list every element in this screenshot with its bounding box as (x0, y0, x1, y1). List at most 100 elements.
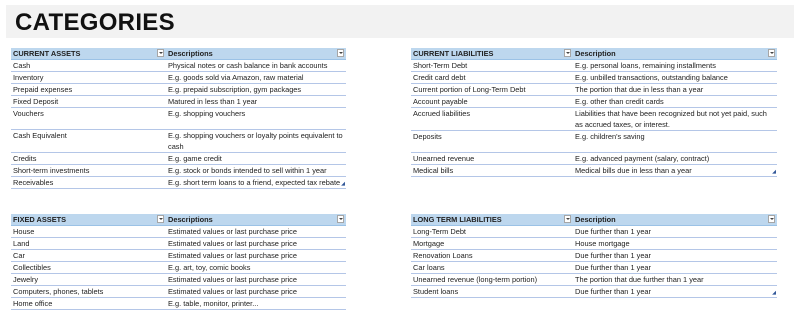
description-cell[interactable]: Due further than 1 year (573, 261, 777, 274)
description-cell[interactable]: The portion that due further than 1 year (573, 273, 777, 286)
current-assets-table: CURRENT ASSETS Descriptions Cash Physical… (11, 48, 346, 189)
description-cell[interactable]: Physical notes or cash balance in bank a… (166, 59, 346, 72)
description-cell[interactable]: Liabilities that have been recognized bu… (573, 107, 777, 131)
table-header-row: LONG TERM LIABILITIES Description (411, 214, 777, 226)
column-header-long-term-liabilities[interactable]: LONG TERM LIABILITIES (411, 214, 573, 226)
category-cell[interactable]: Land (11, 237, 166, 250)
category-cell[interactable]: Jewelry (11, 273, 166, 286)
category-cell[interactable]: Cash (11, 59, 166, 72)
category-cell[interactable]: Current portion of Long-Term Debt (411, 83, 573, 96)
category-cell[interactable]: Short-Term Debt (411, 59, 573, 72)
page-title: CATEGORIES (15, 9, 175, 36)
description-cell[interactable]: E.g. game credit (166, 152, 346, 165)
description-cell[interactable]: E.g. table, monitor, printer... (166, 297, 346, 310)
header-label: CURRENT LIABILITIES (413, 49, 494, 58)
category-cell[interactable]: Account payable (411, 95, 573, 108)
category-cell[interactable]: Unearned revenue (long-term portion) (411, 273, 573, 286)
table-row: Cash Equivalent E.g. shopping vouchers or… (11, 129, 346, 153)
category-cell[interactable]: Short-term investments (11, 164, 166, 177)
filter-dropdown-icon[interactable] (157, 215, 164, 223)
fixed-assets-table: FIXED ASSETS Descriptions House Estimated… (11, 214, 346, 310)
table-row: Student loans Due further than 1 year ◢ (411, 285, 777, 298)
category-cell[interactable]: Medical bills (411, 164, 573, 177)
table-row: Short-term investments E.g. stock or bond… (11, 164, 346, 177)
category-cell[interactable]: Collectibles (11, 261, 166, 274)
description-cell[interactable]: Due further than 1 year (573, 249, 777, 262)
table-resize-handle-icon[interactable]: ◢ (341, 182, 345, 187)
category-cell[interactable]: Receivables (11, 176, 166, 189)
category-cell[interactable]: Accrued liabilities (411, 107, 573, 131)
category-cell[interactable]: Inventory (11, 71, 166, 84)
column-header-descriptions[interactable]: Descriptions (166, 214, 346, 226)
category-cell[interactable]: Mortgage (411, 237, 573, 250)
description-cell[interactable]: E.g. goods sold via Amazon, raw material (166, 71, 346, 84)
filter-dropdown-icon[interactable] (768, 215, 775, 223)
category-cell[interactable]: Home office (11, 297, 166, 310)
category-cell[interactable]: Prepaid expenses (11, 83, 166, 96)
filter-dropdown-icon[interactable] (157, 49, 164, 57)
table-row: Short-Term Debt E.g. personal loans, rema… (411, 59, 777, 72)
table-row: Credits E.g. game credit (11, 152, 346, 165)
table-resize-handle-icon[interactable]: ◢ (772, 170, 776, 175)
filter-dropdown-icon[interactable] (768, 49, 775, 57)
title-banner: CATEGORIES (6, 5, 794, 38)
table-row: Inventory E.g. goods sold via Amazon, raw… (11, 71, 346, 84)
category-cell[interactable]: Credit card debt (411, 71, 573, 84)
filter-dropdown-icon[interactable] (337, 215, 344, 223)
description-cell[interactable]: E.g. children's saving (573, 130, 777, 153)
category-cell[interactable]: House (11, 225, 166, 238)
column-header-current-liabilities[interactable]: CURRENT LIABILITIES (411, 48, 573, 60)
column-header-current-assets[interactable]: CURRENT ASSETS (11, 48, 166, 60)
description-cell[interactable]: E.g. short term loans to a friend, expec… (166, 176, 346, 189)
description-cell[interactable]: E.g. advanced payment (salary, contract) (573, 152, 777, 165)
description-cell[interactable]: Due further than 1 year ◢ (573, 285, 777, 298)
description-cell[interactable]: Matured in less than 1 year (166, 95, 346, 108)
column-header-description[interactable]: Description (573, 214, 777, 226)
column-header-description[interactable]: Description (573, 48, 777, 60)
filter-dropdown-icon[interactable] (564, 215, 571, 223)
header-label: Descriptions (168, 215, 213, 224)
table-row: House Estimated values or last purchase p… (11, 225, 346, 238)
description-cell[interactable]: E.g. shopping vouchers or loyalty points… (166, 129, 346, 153)
table-header-row: FIXED ASSETS Descriptions (11, 214, 346, 226)
category-cell[interactable]: Renovation Loans (411, 249, 573, 262)
category-cell[interactable]: Credits (11, 152, 166, 165)
table-header-row: CURRENT LIABILITIES Description (411, 48, 777, 60)
description-cell[interactable]: E.g. stock or bonds intended to sell wit… (166, 164, 346, 177)
category-cell[interactable]: Computers, phones, tablets (11, 285, 166, 298)
category-cell[interactable]: Unearned revenue (411, 152, 573, 165)
header-label: Description (575, 49, 616, 58)
category-cell[interactable]: Cash Equivalent (11, 129, 166, 153)
description-cell[interactable]: House mortgage (573, 237, 777, 250)
description-cell[interactable]: E.g. prepaid subscription, gym packages (166, 83, 346, 96)
description-cell[interactable]: E.g. art, toy, comic books (166, 261, 346, 274)
category-cell[interactable]: Vouchers (11, 107, 166, 130)
table-row: Credit card debt E.g. unbilled transactio… (411, 71, 777, 84)
description-cell[interactable]: E.g. other than credit cards (573, 95, 777, 108)
category-cell[interactable]: Long-Term Debt (411, 225, 573, 238)
category-cell[interactable]: Deposits (411, 130, 573, 153)
description-cell[interactable]: The portion that due in less than a year (573, 83, 777, 96)
description-cell[interactable]: Estimated values or last purchase price (166, 237, 346, 250)
description-cell[interactable]: Estimated values or last purchase price (166, 249, 346, 262)
current-liabilities-table: CURRENT LIABILITIES Description Short-Te… (411, 48, 777, 177)
table-row: Current portion of Long-Term Debt The por… (411, 83, 777, 96)
table-resize-handle-icon[interactable]: ◢ (772, 291, 776, 296)
description-cell[interactable]: Due further than 1 year (573, 225, 777, 238)
column-header-fixed-assets[interactable]: FIXED ASSETS (11, 214, 166, 226)
category-cell[interactable]: Car loans (411, 261, 573, 274)
column-header-descriptions[interactable]: Descriptions (166, 48, 346, 60)
category-cell[interactable]: Car (11, 249, 166, 262)
description-cell[interactable]: Medical bills due in less than a year ◢ (573, 164, 777, 177)
filter-dropdown-icon[interactable] (564, 49, 571, 57)
description-cell[interactable]: E.g. unbilled transactions, outstanding … (573, 71, 777, 84)
table-row: Car loans Due further than 1 year (411, 261, 777, 274)
category-cell[interactable]: Fixed Deposit (11, 95, 166, 108)
description-cell[interactable]: Estimated values or last purchase price (166, 225, 346, 238)
category-cell[interactable]: Student loans (411, 285, 573, 298)
description-cell[interactable]: Estimated values or last purchase price (166, 285, 346, 298)
description-cell[interactable]: E.g. personal loans, remaining installme… (573, 59, 777, 72)
filter-dropdown-icon[interactable] (337, 49, 344, 57)
description-cell[interactable]: E.g. shopping vouchers (166, 107, 346, 130)
description-cell[interactable]: Estimated values or last purchase price (166, 273, 346, 286)
